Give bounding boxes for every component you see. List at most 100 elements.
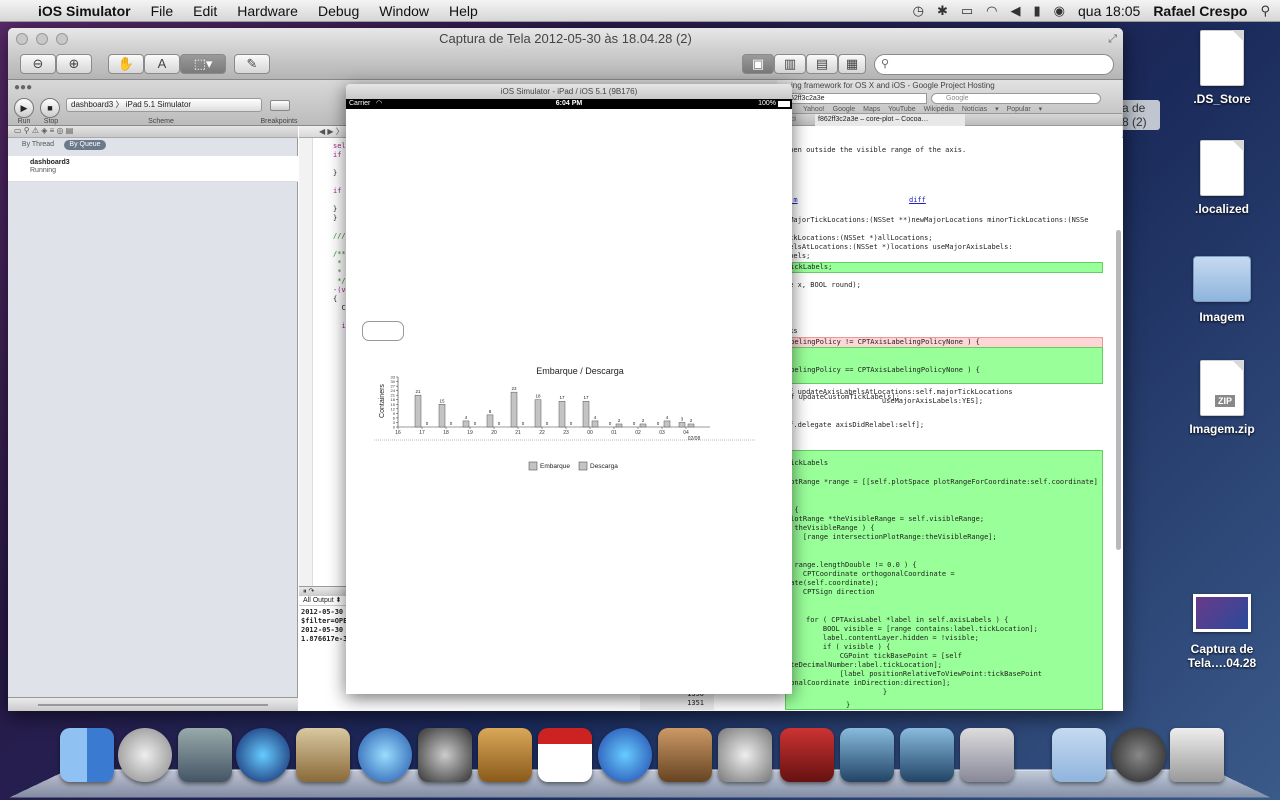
photo-booth-icon[interactable] (780, 728, 834, 782)
bookmark-youtube[interactable]: YouTube (888, 106, 916, 113)
view-twopage-icon[interactable]: ▤ (806, 54, 838, 74)
data-label: 4 (594, 415, 597, 420)
bar-embarque (534, 399, 542, 428)
app-store-icon[interactable] (236, 728, 290, 782)
diff-content: when outside the visible range of the ax… (777, 126, 1122, 710)
ios-status-bar: Carrier ◠ 6:04 PM 100% (346, 99, 792, 109)
system-preferences-icon[interactable] (718, 728, 772, 782)
bookmark-yahoo[interactable]: Yahoo! (803, 106, 825, 113)
breakpoints-button[interactable] (270, 100, 290, 111)
menu-app-name[interactable]: iOS Simulator (28, 0, 141, 22)
data-label: 4 (465, 415, 468, 420)
y-tick-label: 0 (393, 425, 396, 430)
menu-hardware[interactable]: Hardware (227, 0, 308, 22)
spotlight-icon[interactable]: ⚲ (1260, 3, 1270, 19)
view-grid-icon[interactable]: ▦ (838, 54, 866, 74)
console-filter-select[interactable]: All Output ⬍ (299, 596, 349, 606)
volume-icon[interactable]: ◀ (1011, 3, 1021, 19)
browser-search-input[interactable]: Google (931, 93, 1101, 104)
text-tool-icon[interactable]: A (144, 54, 180, 74)
desktop-icon-imagem-zip[interactable]: ZIP Imagem.zip (1172, 360, 1272, 436)
desktop-icon-localized[interactable]: .localized (1172, 140, 1272, 216)
legend-swatch-descarga (578, 461, 588, 471)
menu-edit[interactable]: Edit (183, 0, 227, 22)
thread-slider[interactable] (38, 704, 268, 706)
wifi-icon[interactable]: ◠ (986, 3, 997, 19)
desktop-icon-imagem[interactable]: Imagem (1172, 256, 1272, 324)
fullscreen-icon[interactable]: ⤢ (1108, 28, 1117, 50)
bookmark-google-maps[interactable]: Google Maps (833, 106, 881, 113)
by-queue-tab[interactable]: By Queue (64, 140, 106, 150)
preview-title-bar[interactable]: Captura de Tela 2012-05-30 às 18.04.28 (… (8, 28, 1123, 50)
zoom-in-button[interactable]: ⊕ (56, 54, 92, 74)
annotate-pencil-icon[interactable]: ✎ (234, 54, 270, 74)
url-field[interactable]: 62ff3c2a3e (787, 93, 927, 104)
trash-icon[interactable] (1170, 728, 1224, 782)
battery-percent: 100% (758, 100, 776, 107)
calendar-icon[interactable] (538, 728, 592, 782)
desktop-icon-ds-store[interactable]: .DS_Store (1172, 30, 1272, 106)
ios-simulator-icon[interactable] (840, 728, 894, 782)
x-tick-label: 19 (467, 430, 473, 436)
y-tick-label: 6 (393, 415, 396, 420)
scheme-selector[interactable]: dashboard3 〉 iPad 5.1 Simulator (66, 98, 262, 112)
minimize-button[interactable] (36, 33, 48, 45)
diff-link[interactable]: diff (909, 196, 926, 205)
by-thread-tab[interactable]: By Thread (18, 140, 58, 150)
process-name: dashboard3 (30, 159, 70, 166)
mission-control-icon[interactable] (178, 728, 232, 782)
data-label: 0 (657, 421, 660, 426)
battery-icon[interactable]: ▮ (1034, 3, 1041, 19)
menubar-user[interactable]: Rafael Crespo (1153, 3, 1247, 19)
address-book-icon[interactable] (478, 728, 532, 782)
ipad-screen: Embarque / Descarga Containers 0 3 6 9 12 15 1… (346, 109, 792, 694)
menubar-clock[interactable]: qua 18:05 (1078, 3, 1140, 19)
bar-embarque (414, 394, 422, 428)
itunes-icon[interactable] (598, 728, 652, 782)
view-sidebar-icon[interactable]: ▥ (774, 54, 806, 74)
menu-file[interactable]: File (141, 0, 184, 22)
zoom-out-button[interactable]: ⊖ (20, 54, 56, 74)
bookmark-wikipedia[interactable]: Wikipédia (924, 106, 954, 113)
desktop-icon-captura[interactable]: Captura de Tela….04.28 (1164, 594, 1280, 670)
move-tool-icon[interactable]: ✋ (108, 54, 144, 74)
menu-window[interactable]: Window (369, 0, 439, 22)
simulator-title[interactable]: iOS Simulator - iPad / iOS 5.1 (9B176) (346, 84, 792, 99)
menu-debug[interactable]: Debug (308, 0, 369, 22)
browser-scrollbar[interactable] (1116, 230, 1121, 550)
safari-icon[interactable] (358, 728, 412, 782)
preview-search-input[interactable]: ⚲ (874, 54, 1114, 75)
process-row[interactable]: dashboard3 Running (8, 156, 298, 182)
desktop-icon-label: .DS_Store (1193, 92, 1251, 106)
display-icon[interactable]: ▭ (961, 3, 973, 19)
xcode-icon[interactable] (900, 728, 954, 782)
preview-title: Captura de Tela 2012-05-30 às 18.04.28 (… (439, 31, 692, 46)
data-label: 2 (618, 418, 621, 423)
bluetooth-icon[interactable]: ✱ (937, 3, 948, 19)
x-group-label: 02/08 (688, 436, 701, 442)
finder-icon[interactable] (60, 728, 114, 782)
run-button[interactable]: ▶ (14, 98, 34, 118)
preview-icon[interactable] (960, 728, 1014, 782)
launchpad-icon[interactable] (118, 728, 172, 782)
flag-icon[interactable]: ◉ (1054, 3, 1065, 19)
view-single-icon[interactable]: ▣ (742, 54, 774, 74)
menu-help[interactable]: Help (439, 0, 488, 22)
iphoto-icon[interactable] (658, 728, 712, 782)
browser-tab-active[interactable]: f862ff3c2a3e – core-plot – Cocoa… (815, 114, 965, 126)
select-tool-icon[interactable]: ⬚▾ (180, 54, 226, 74)
mail-icon[interactable] (296, 728, 350, 782)
bookmark-popular[interactable]: Popular ▾ (1007, 106, 1043, 113)
utilities-icon[interactable] (1112, 728, 1166, 782)
diff-line: lMajorTickLocations:(NSSet **)newMajorLo… (785, 216, 1089, 224)
zoom-button[interactable] (56, 33, 68, 45)
stop-button[interactable]: ■ (40, 98, 60, 118)
facetime-icon[interactable] (418, 728, 472, 782)
close-button[interactable] (16, 33, 28, 45)
documents-stack-icon[interactable] (1052, 728, 1106, 782)
bookmark-noticias[interactable]: Notícias ▾ (962, 106, 999, 113)
preview-toolbar: ⊖ ⊕ ✋ A ⬚▾ ✎ ▣ ▥ ▤ ▦ ⚲ (8, 50, 1123, 80)
time-machine-icon[interactable]: ◷ (913, 3, 924, 19)
data-label: 0 (570, 421, 573, 426)
data-label: 17 (583, 395, 589, 400)
